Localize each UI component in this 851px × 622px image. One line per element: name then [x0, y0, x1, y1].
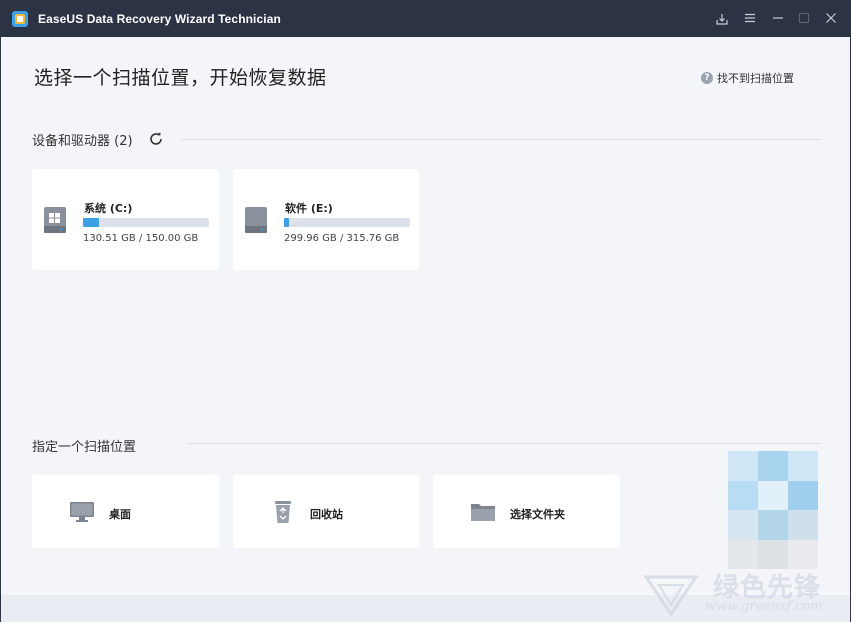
- watermark-mosaic: [728, 451, 818, 569]
- app-logo-icon: [12, 11, 28, 27]
- location-label: 回收站: [310, 508, 343, 521]
- devices-divider: [181, 139, 822, 140]
- maximize-icon[interactable]: [795, 10, 813, 28]
- location-card-folder[interactable]: 选择文件夹: [433, 475, 620, 548]
- hard-drive-icon: [245, 207, 267, 233]
- drive-name: 系统 (C:): [84, 202, 133, 215]
- menu-icon[interactable]: [741, 10, 759, 28]
- drive-size: 130.51 GB / 150.00 GB: [83, 233, 199, 244]
- location-label: 桌面: [109, 508, 131, 521]
- recycle-bin-icon: [275, 501, 291, 523]
- window-title: EaseUS Data Recovery Wizard Technician: [38, 12, 281, 26]
- drive-card-c[interactable]: 系统 (C:) 130.51 GB / 150.00 GB: [32, 169, 219, 270]
- location-card-desktop[interactable]: 桌面: [32, 475, 219, 548]
- devices-section-title: 设备和驱动器 (2): [32, 134, 133, 149]
- help-link[interactable]: ? 找不到扫描位置: [701, 70, 794, 86]
- location-card-recycle-bin[interactable]: 回收站: [233, 475, 419, 548]
- drive-usage-bar: [83, 218, 209, 227]
- drive-usage-bar: [284, 218, 410, 227]
- drive-size: 299.96 GB / 315.76 GB: [284, 233, 400, 244]
- drive-card-e[interactable]: 软件 (E:) 299.96 GB / 315.76 GB: [233, 169, 419, 270]
- watermark-url: www.greenxf.com: [705, 599, 823, 614]
- close-icon[interactable]: [822, 10, 840, 28]
- location-label: 选择文件夹: [510, 508, 565, 521]
- locations-section-title: 指定一个扫描位置: [32, 440, 137, 455]
- refresh-icon[interactable]: [148, 131, 164, 147]
- windows-drive-icon: [44, 207, 66, 233]
- page-title: 选择一个扫描位置，开始恢复数据: [34, 67, 327, 89]
- import-icon[interactable]: [713, 10, 731, 28]
- locations-divider: [188, 443, 822, 444]
- drive-name: 软件 (E:): [285, 202, 333, 215]
- question-icon: ?: [701, 72, 713, 84]
- drive-usage-fill: [284, 218, 290, 227]
- drive-usage-fill: [83, 218, 100, 227]
- watermark-logo-icon: [643, 575, 699, 617]
- title-bar: EaseUS Data Recovery Wizard Technician: [1, 1, 851, 37]
- app-window: EaseUS Data Recovery Wizard Technician 选…: [0, 0, 851, 622]
- desktop-icon: [70, 502, 94, 522]
- help-link-label: 找不到扫描位置: [717, 72, 794, 85]
- folder-icon: [471, 504, 495, 521]
- minimize-icon[interactable]: [769, 10, 787, 28]
